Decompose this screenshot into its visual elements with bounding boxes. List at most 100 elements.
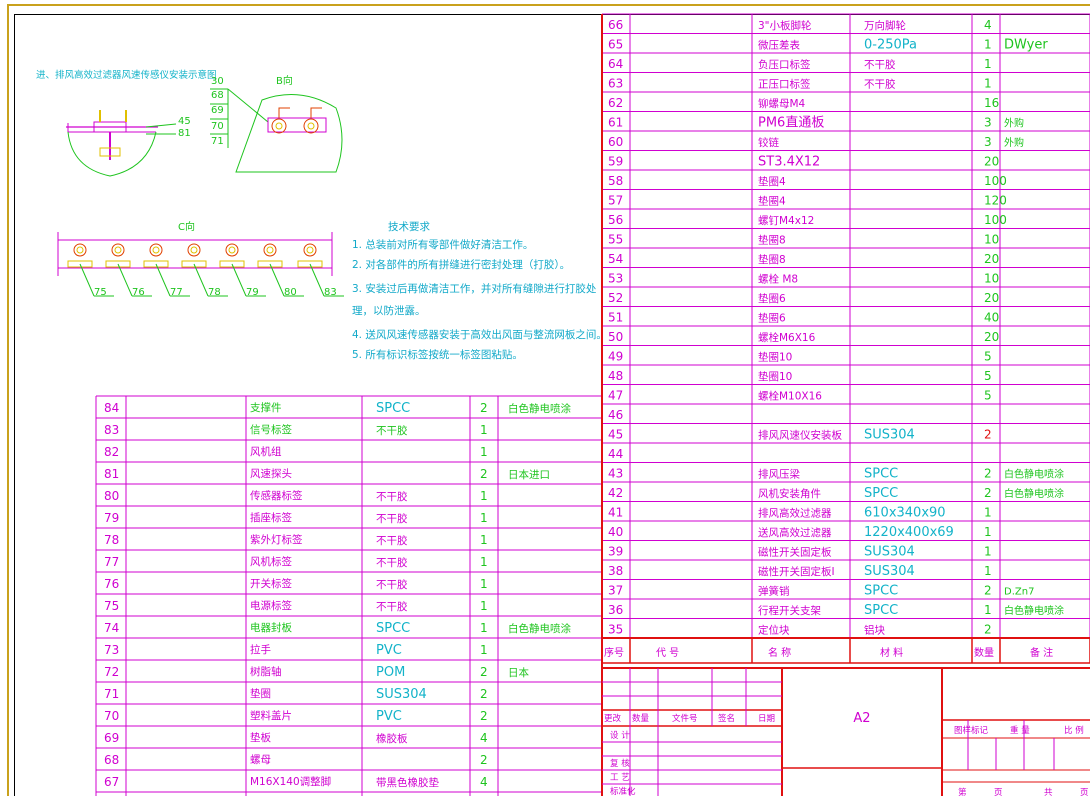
part-material: SUS304 [864, 564, 915, 579]
table-row: 38 磁性开关固定板I SUS304 1 [608, 564, 992, 579]
table-row: 59 ST3.4X12 20 [608, 155, 999, 170]
part-quantity: 20 [984, 291, 999, 305]
part-material: 不干胶 [376, 490, 408, 503]
table-row: 75 电源标签 不干胶 1 [104, 599, 488, 613]
part-name: 微压差表 [758, 39, 800, 52]
part-quantity: 5 [984, 389, 992, 403]
row-number: 66 [608, 18, 623, 32]
part-material: POM [376, 665, 405, 680]
part-material: SPCC [864, 603, 898, 618]
row-number: 80 [104, 489, 119, 503]
page-label: 共 [1044, 788, 1053, 796]
part-quantity: 1 [480, 533, 488, 547]
leader-77: 77 [170, 287, 183, 298]
row-number: 74 [104, 621, 119, 635]
table-header: 序号 代 号 名 称 材 料 数量 备 注 [604, 646, 1053, 659]
row-number: 82 [104, 445, 119, 459]
part-material: 万向脚轮 [864, 19, 906, 32]
part-quantity: 100 [984, 174, 1007, 188]
part-name: 螺栓M6X16 [758, 331, 816, 344]
part-name: 风机标签 [250, 555, 292, 568]
table-row: 49 垫圈10 5 [608, 350, 992, 364]
part-quantity: 1 [480, 621, 488, 635]
part-note: D.Zn7 [1004, 587, 1034, 598]
table-row: 53 螺栓 M8 10 [608, 272, 999, 286]
part-material: 橡胶板 [376, 732, 408, 745]
row-number: 54 [608, 252, 623, 266]
row-number: 58 [608, 174, 623, 188]
table-row: 64 负压口标签 不干胶 1 [608, 57, 992, 71]
part-quantity: 10 [984, 233, 999, 247]
socket [225, 243, 239, 257]
part-note: 白色静电喷涂 [1004, 487, 1064, 500]
socket [263, 243, 277, 257]
part-quantity: 1 [984, 506, 992, 520]
table-row: 61 PM6直通板 3 外购 [608, 116, 1024, 131]
row-number: 45 [608, 428, 623, 442]
part-note: DWyer [1004, 38, 1048, 53]
part-note: 白色静电喷涂 [1004, 468, 1064, 481]
header-name: 名 称 [768, 646, 791, 659]
row-number: 49 [608, 350, 623, 364]
part-quantity: 1 [480, 489, 488, 503]
socket [187, 243, 201, 257]
socket [303, 243, 317, 257]
table-row: 67 M16X140调整脚 带黑色橡胶垫 4 [104, 775, 488, 789]
part-name: 垫圈8 [758, 234, 786, 247]
part-material: 不干胶 [376, 578, 408, 591]
tech-title: 技术要求 [388, 221, 430, 233]
part-name: 螺栓 M8 [758, 273, 798, 286]
table-row: 52 垫圈6 20 [608, 291, 999, 305]
leader-78: 78 [208, 287, 221, 298]
table-row: 80 传感器标签 不干胶 1 [104, 489, 488, 503]
row-number: 64 [608, 57, 623, 71]
sheet-size: A2 [853, 711, 870, 726]
part-quantity: 2 [480, 665, 488, 679]
row-number: 71 [104, 687, 119, 701]
part-quantity: 1 [984, 57, 992, 71]
header-note: 备 注 [1030, 646, 1053, 659]
part-quantity: 2 [480, 467, 488, 481]
leader-30: 30 [211, 76, 224, 87]
part-name: 垫圈8 [758, 253, 786, 266]
table-row: 41 排风高效过滤器 610x340x90 1 [608, 506, 992, 521]
row-number: 55 [608, 233, 623, 247]
part-name: 磁性开关固定板I [758, 565, 835, 578]
row-number: 35 [608, 623, 623, 637]
leader-71: 71 [211, 136, 224, 147]
part-name: 风机组 [250, 445, 282, 458]
part-quantity: 1 [480, 643, 488, 657]
table-row: 51 垫圈6 40 [608, 311, 999, 325]
part-name: 螺栓M10X16 [758, 390, 822, 403]
row-number: 47 [608, 389, 623, 403]
tech-line: 1. 总装前对所有零部件做好清洁工作。 [352, 239, 534, 251]
part-quantity: 4 [984, 18, 992, 32]
table-row: 83 信号标签 不干胶 1 [104, 423, 488, 437]
part-quantity: 20 [984, 252, 999, 266]
part-name: 电源标签 [250, 599, 292, 612]
row-number: 75 [104, 599, 119, 613]
part-quantity: 120 [984, 194, 1007, 208]
row-number: 39 [608, 545, 623, 559]
row-number: 50 [608, 330, 623, 344]
part-quantity: 2 [984, 584, 992, 598]
drawing-canvas: 进、排风高效过滤器风速传感仪安装示意图 45 81 B向 30 68 69 70… [36, 13, 1090, 796]
row-number: 62 [608, 96, 623, 110]
part-quantity: 4 [480, 731, 488, 745]
part-name: 弹簧销 [758, 585, 790, 598]
view-c-label: C向 [178, 220, 195, 233]
part-quantity: 3 [984, 116, 992, 130]
part-name: 磁性开关固定板 [758, 546, 832, 559]
part-name: 送风高效过滤器 [758, 526, 832, 539]
table-row: 40 送风高效过滤器 1220x400x69 1 [608, 525, 992, 540]
row-number: 41 [608, 506, 623, 520]
part-name: 排风高效过滤器 [758, 507, 832, 520]
part-name: 垫圈10 [758, 351, 792, 364]
part-note: 日本 [508, 666, 529, 679]
mark-label: 重 量 [1010, 725, 1030, 736]
table-row: 55 垫圈8 10 [608, 233, 999, 247]
row-number: 51 [608, 311, 623, 325]
leader-81: 81 [178, 128, 191, 139]
part-quantity: 1 [984, 38, 992, 52]
page-label: 第 [958, 787, 967, 796]
